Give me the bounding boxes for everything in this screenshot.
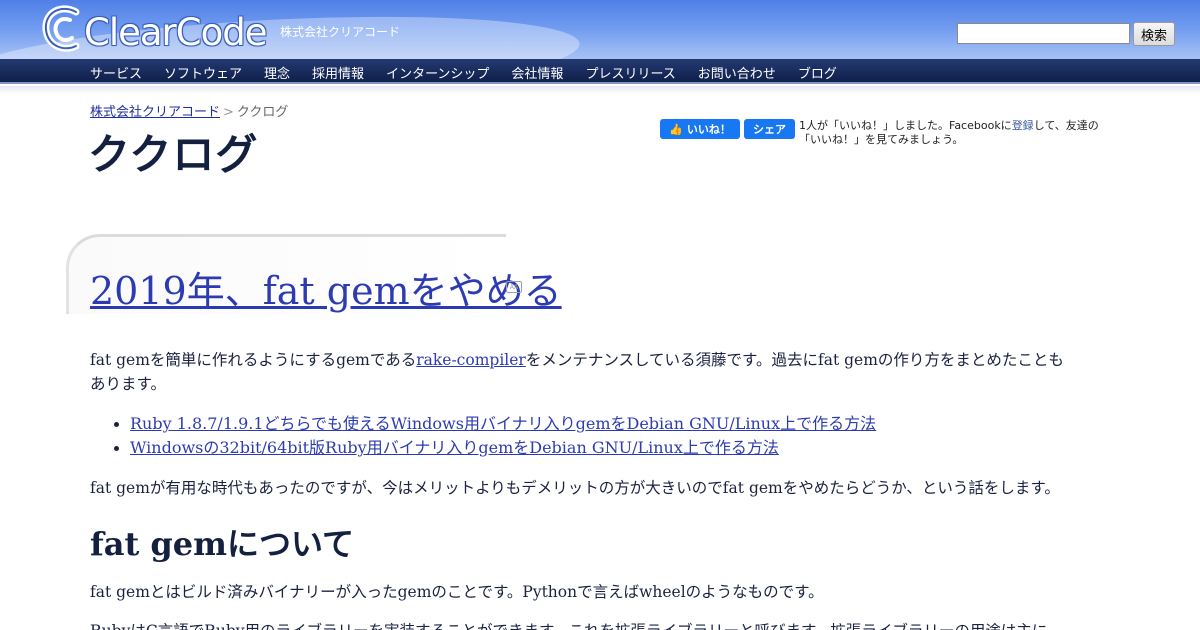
- text-size-icon[interactable]: AA: [506, 281, 522, 293]
- thumbs-up-icon: 👍: [669, 122, 683, 136]
- article-paragraph-proposal: fat gemが有用な時代もあったのですが、今はメリットよりもデメリットの方が大…: [90, 479, 1060, 497]
- nav-item-company-info[interactable]: 会社情報: [511, 63, 563, 82]
- nav-item-philosophy[interactable]: 理念: [264, 63, 290, 82]
- clearcode-logo[interactable]: ClearCode: [40, 2, 275, 58]
- nav-item-services[interactable]: サービス: [90, 63, 142, 82]
- nav-item-press-releases[interactable]: プレスリリース: [585, 63, 675, 82]
- breadcrumb-home-link[interactable]: 株式会社クリアコード: [90, 105, 220, 120]
- logo-wordmark: ClearCode: [84, 11, 267, 54]
- facebook-like-count-text: 1人が「いいね！」しました。Facebookに登録して、友達の「いいね！」を見て…: [799, 119, 1099, 147]
- nav-item-internship[interactable]: インターンシップ: [386, 63, 489, 82]
- breadcrumb-current: ククログ: [236, 105, 289, 120]
- nav-item-recruitment[interactable]: 採用情報: [312, 63, 364, 82]
- nav-item-blog[interactable]: ブログ: [798, 63, 837, 82]
- list-item: Ruby 1.8.7/1.9.1どちらでも使えるWindows用バイナリ入りge…: [113, 412, 876, 436]
- related-articles-list: Ruby 1.8.7/1.9.1どちらでも使えるWindows用バイナリ入りge…: [113, 412, 876, 460]
- rake-compiler-link[interactable]: rake-compiler: [416, 351, 526, 369]
- intro-text-before: fat gemを簡単に作れるようにするgemである: [90, 351, 417, 369]
- article-title-link[interactable]: 2019年、fat gemをやめる: [90, 260, 562, 315]
- nav-item-contact[interactable]: お問い合わせ: [698, 63, 776, 82]
- facebook-like-label: いいね！: [686, 123, 731, 136]
- breadcrumb-separator: >: [223, 105, 234, 120]
- list-item: Windowsの32bit/64bit版Ruby用バイナリ入りgemをDebia…: [113, 436, 876, 460]
- search-input[interactable]: [957, 23, 1130, 44]
- facebook-text-before: 1人が「いいね！」しました。Facebookに: [799, 119, 1012, 132]
- site-header: ClearCode 株式会社クリアコード 検索: [0, 0, 1200, 60]
- nav-item-software[interactable]: ソフトウェア: [164, 63, 242, 82]
- logo-c-mark-icon: [42, 5, 80, 52]
- facebook-like-button[interactable]: 👍 いいね！: [660, 119, 740, 139]
- company-name-tagline: 株式会社クリアコード: [280, 25, 401, 39]
- related-article-link-2[interactable]: Windowsの32bit/64bit版Ruby用バイナリ入りgemをDebia…: [130, 438, 779, 457]
- main-navigation: サービス ソフトウェア 理念 採用情報 インターンシップ 会社情報 プレスリリー…: [0, 59, 1200, 84]
- facebook-register-link[interactable]: 登録: [1012, 119, 1034, 132]
- page-title: ククログ: [88, 130, 259, 179]
- facebook-share-button[interactable]: シェア: [744, 119, 795, 139]
- search-button[interactable]: 検索: [1133, 22, 1175, 46]
- article-paragraph-definition: fat gemとはビルド済みバイナリーが入ったgemのことです。Pythonで言…: [90, 583, 824, 601]
- nav-shadow-divider: [0, 86, 1200, 94]
- breadcrumb: 株式会社クリアコード > ククログ: [90, 101, 288, 120]
- related-article-link-1[interactable]: Ruby 1.8.7/1.9.1どちらでも使えるWindows用バイナリ入りge…: [130, 414, 876, 433]
- article-paragraph-extension-libraries: RubyはC言語でRuby用のライブラリーを実装することができます。これを拡張ラ…: [90, 619, 1075, 630]
- article-paragraph-intro: fat gemを簡単に作れるようにするgemであるrake-compilerをメ…: [90, 348, 1075, 396]
- section-heading-about-fat-gem: fat gemについて: [90, 525, 355, 563]
